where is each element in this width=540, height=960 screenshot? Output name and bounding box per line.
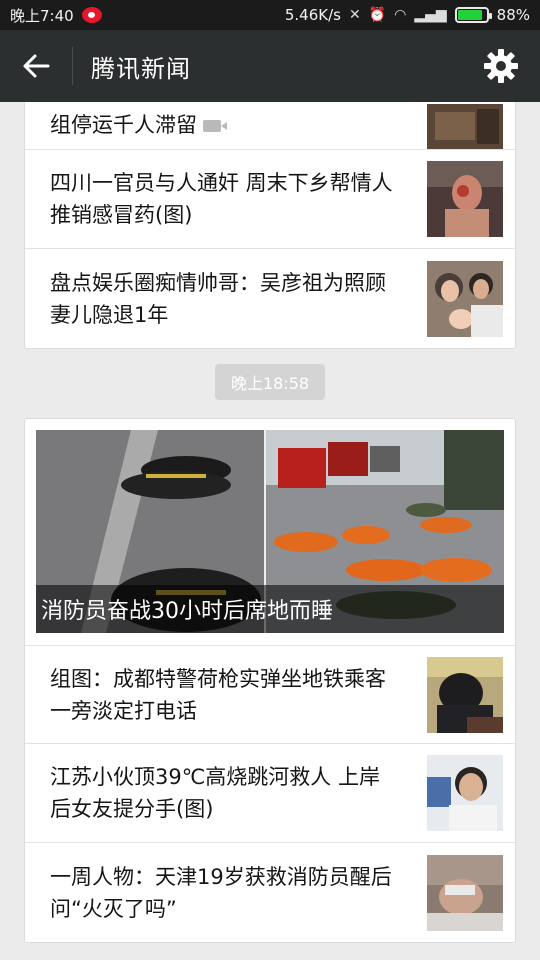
page-title: 腾讯新闻 [91,54,191,83]
news-item[interactable]: 盘点娱乐圈痴情帅哥：吴彦祖为照顾妻儿隐退1年 [25,249,515,348]
hero-news-item[interactable]: 消防员奋战30小时后席地而睡 [36,430,504,633]
news-thumbnail [427,854,503,931]
signal-icon: ▂▄▆ [414,7,447,23]
back-button[interactable] [0,30,72,102]
battery-level [457,10,483,20]
settings-button[interactable] [462,30,540,102]
news-thumbnail [427,755,503,831]
video-icon [203,120,227,132]
news-item[interactable]: 组图：成都特警荷枪实弹坐地铁乘客一旁淡定打电话 [25,645,515,744]
news-thumbnail [427,161,503,237]
alarm-icon: ⏰ [368,7,387,23]
battery-percent: 88% [496,6,530,24]
weibo-notification-icon [81,7,102,23]
news-item[interactable]: 组停运千人滞留 [25,102,515,150]
news-card: 消防员奋战30小时后席地而睡 组图：成都特警荷枪实弹坐地铁乘客一旁淡定打电话 江… [24,418,516,943]
news-title: 四川一官员与人通奸 周末下乡帮情人推销感冒药(图) [50,171,393,227]
news-title: 组停运千人滞留 [50,113,197,137]
app-header: 腾讯新闻 [0,30,540,102]
news-item[interactable]: 江苏小伙顶39℃高烧跳河救人 上岸后女友提分手(图) [25,744,515,843]
news-feed[interactable]: 组停运千人滞留 四川一官员与人通奸 周末下乡帮情人推销感冒药(图) 盘点娱乐圈痴… [0,102,540,960]
wifi-icon: ◠ [394,7,407,23]
news-thumbnail [427,104,503,149]
news-card: 组停运千人滞留 四川一官员与人通奸 周末下乡帮情人推销感冒药(图) 盘点娱乐圈痴… [24,102,516,349]
news-title: 组图：成都特警荷枪实弹坐地铁乘客一旁淡定打电话 [50,666,386,723]
gear-icon [484,49,518,83]
news-title: 盘点娱乐圈痴情帅哥：吴彦祖为照顾妻儿隐退1年 [50,270,386,327]
timestamp-divider: 晚上18:58 [215,364,325,400]
status-bar: 晚上7:40 5.46K/s ✕ ⏰ ◠ ▂▄▆ 88% [0,0,540,30]
status-time: 晚上7:40 [10,6,74,25]
back-arrow-icon [23,54,50,78]
title-divider [72,47,73,85]
battery-icon [454,7,492,23]
news-thumbnail [427,260,503,337]
news-thumbnail [427,656,503,733]
news-title: 江苏小伙顶39℃高烧跳河救人 上岸后女友提分手(图) [50,765,380,821]
network-speed: 5.46K/s [284,6,341,24]
news-item[interactable]: 一周人物：天津19岁获救消防员醒后问“火灭了吗” [25,843,515,942]
news-title: 一周人物：天津19岁获救消防员醒后问“火灭了吗” [50,864,392,921]
news-item[interactable]: 四川一官员与人通奸 周末下乡帮情人推销感冒药(图) [25,150,515,249]
hero-caption: 消防员奋战30小时后席地而睡 [36,585,504,633]
mute-icon: ✕ [348,7,361,23]
